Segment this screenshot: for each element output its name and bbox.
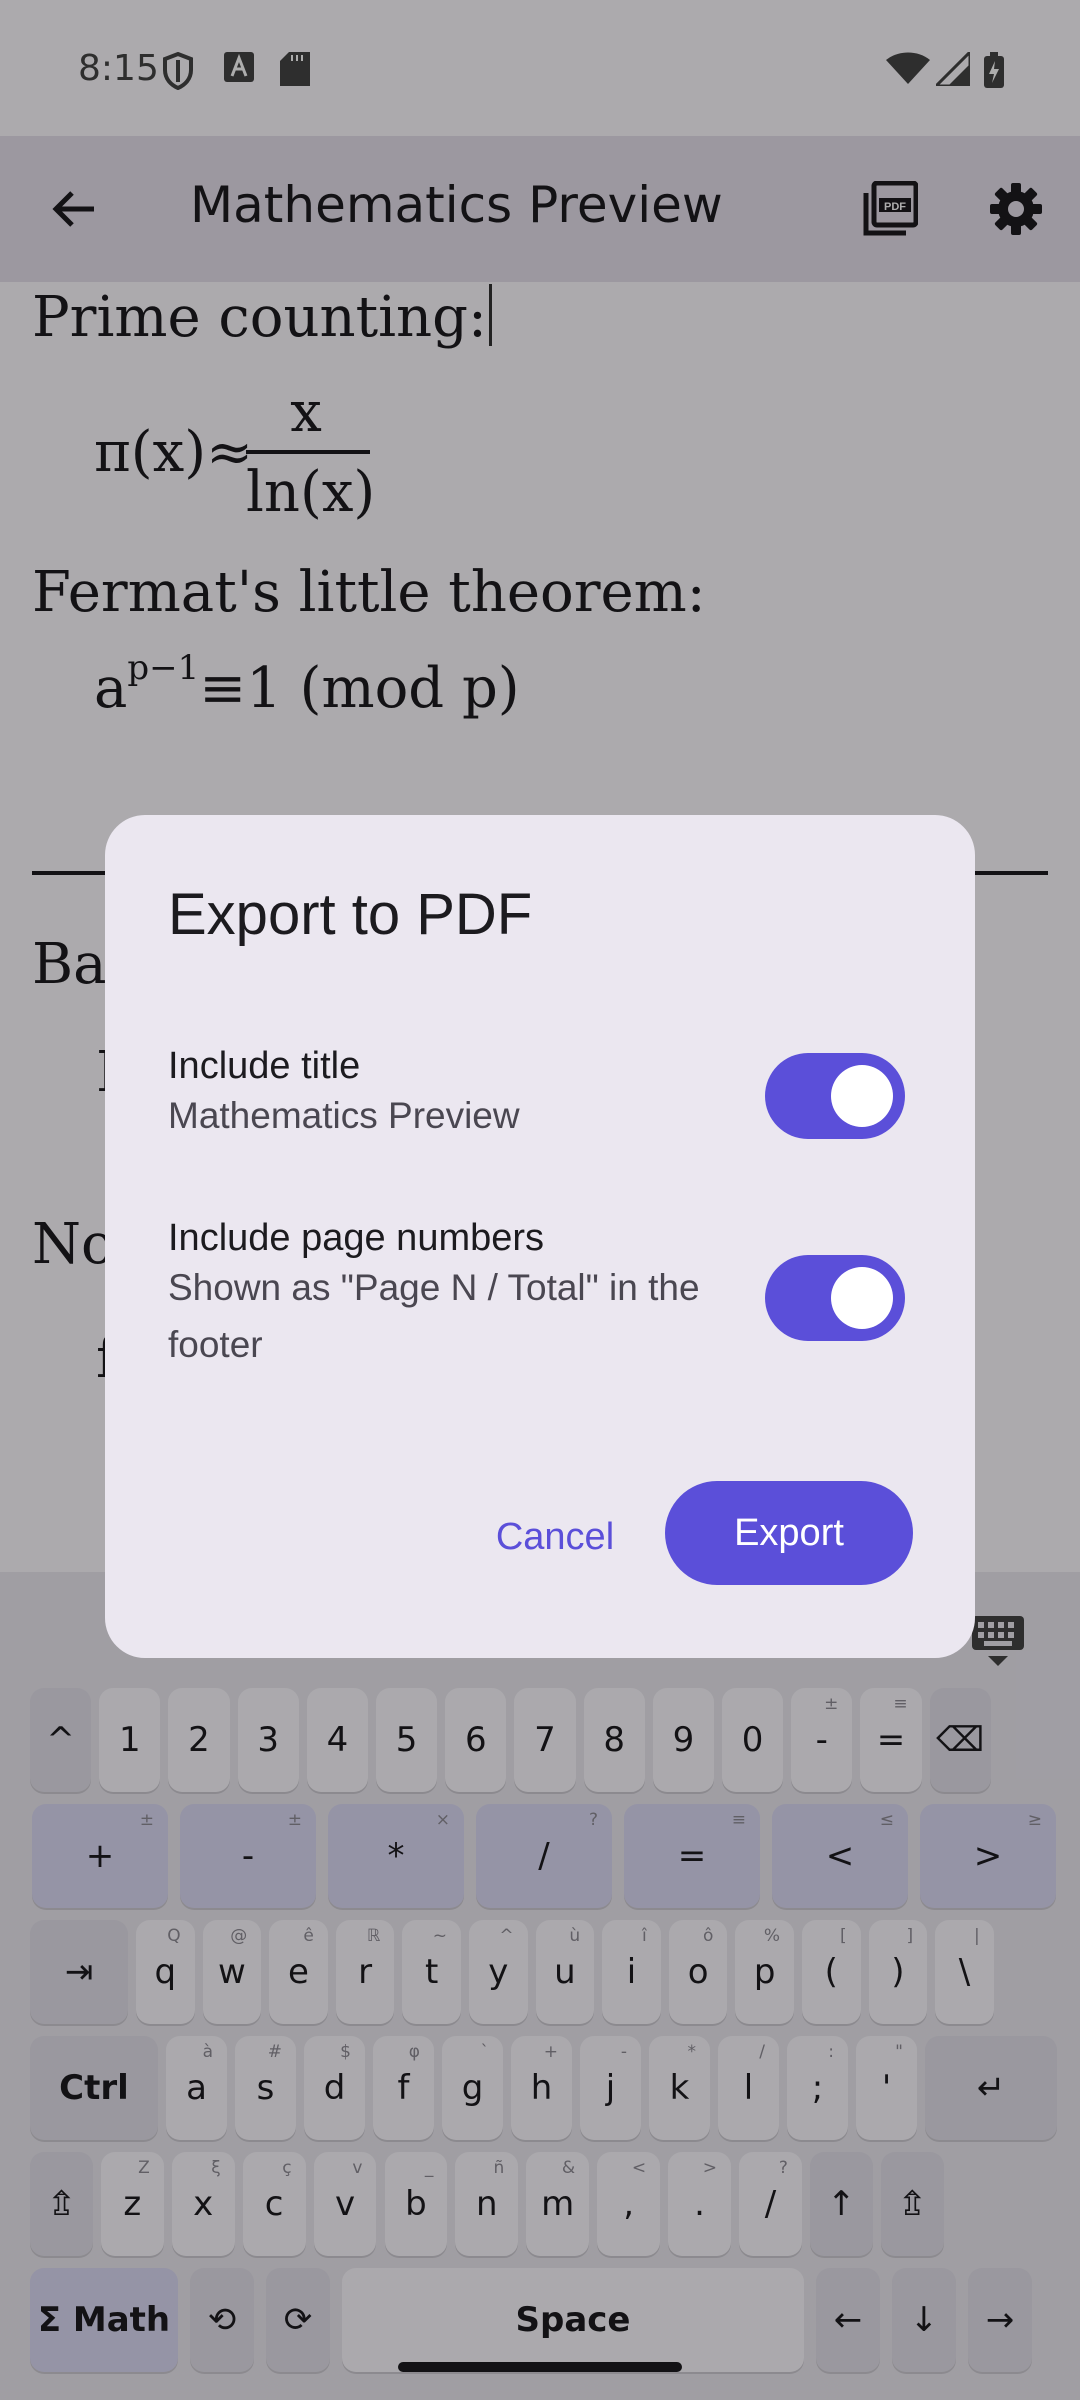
cancel-button[interactable]: Cancel — [455, 1487, 655, 1587]
include-page-numbers-subtitle: Shown as "Page N / Total" in the footer — [168, 1267, 700, 1365]
include-title-subtitle: Mathematics Preview — [168, 1095, 520, 1136]
switch-thumb — [831, 1065, 893, 1127]
dialog-title: Export to PDF — [168, 882, 533, 947]
switch-thumb — [831, 1267, 893, 1329]
include-title-switch[interactable] — [765, 1053, 905, 1139]
export-pdf-dialog: Export to PDF Include title Mathematics … — [105, 815, 975, 1658]
include-title-label: Include title — [168, 1045, 361, 1087]
include-page-numbers-label: Include page numbers — [168, 1217, 545, 1259]
export-button[interactable]: Export — [665, 1481, 913, 1585]
include-page-numbers-switch[interactable] — [765, 1255, 905, 1341]
